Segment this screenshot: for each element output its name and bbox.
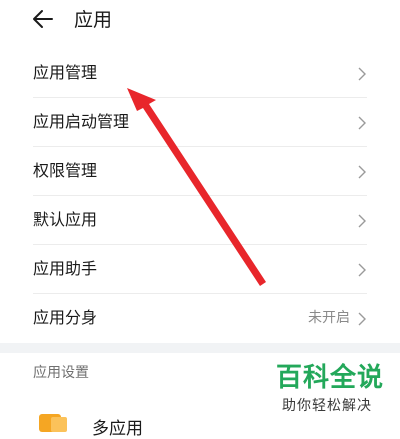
settings-list: 应用管理 应用启动管理 权限管理 默认应用 应用助手 应用分身 未开启: [0, 49, 400, 343]
watermark-logo-text: 百科全说: [276, 363, 385, 393]
chevron-right-icon: [358, 214, 366, 228]
list-item-default-apps[interactable]: 默认应用: [0, 196, 400, 245]
header-bar: 应用: [0, 0, 400, 40]
folder-icon: [39, 414, 67, 432]
item-label: 默认应用: [33, 210, 98, 229]
list-item-app-twin[interactable]: 应用分身 未开启: [0, 294, 400, 343]
item-label: 权限管理: [33, 161, 98, 180]
list-item-partial-label[interactable]: 多应用: [92, 414, 143, 439]
section-separator: [0, 343, 400, 353]
list-item-app-launch-management[interactable]: 应用启动管理: [0, 98, 400, 147]
list-item-permission-management[interactable]: 权限管理: [0, 147, 400, 196]
item-label: 应用启动管理: [33, 112, 130, 131]
chevron-right-icon: [358, 312, 366, 326]
list-item-app-assistant[interactable]: 应用助手: [0, 245, 400, 294]
back-arrow-icon[interactable]: [30, 6, 56, 32]
item-status-value: 未开启: [308, 310, 350, 326]
list-item-app-management[interactable]: 应用管理: [0, 49, 400, 98]
item-label: 应用管理: [33, 63, 98, 82]
chevron-right-icon: [358, 67, 366, 81]
chevron-right-icon: [358, 165, 366, 179]
chevron-right-icon: [358, 116, 366, 130]
item-label: 应用助手: [33, 259, 98, 278]
item-label: 应用分身: [33, 308, 98, 327]
watermark-slogan: 助你轻松解决: [282, 398, 372, 414]
page-title: 应用: [74, 9, 113, 31]
chevron-right-icon: [358, 263, 366, 277]
section-header: 应用设置: [33, 365, 89, 381]
